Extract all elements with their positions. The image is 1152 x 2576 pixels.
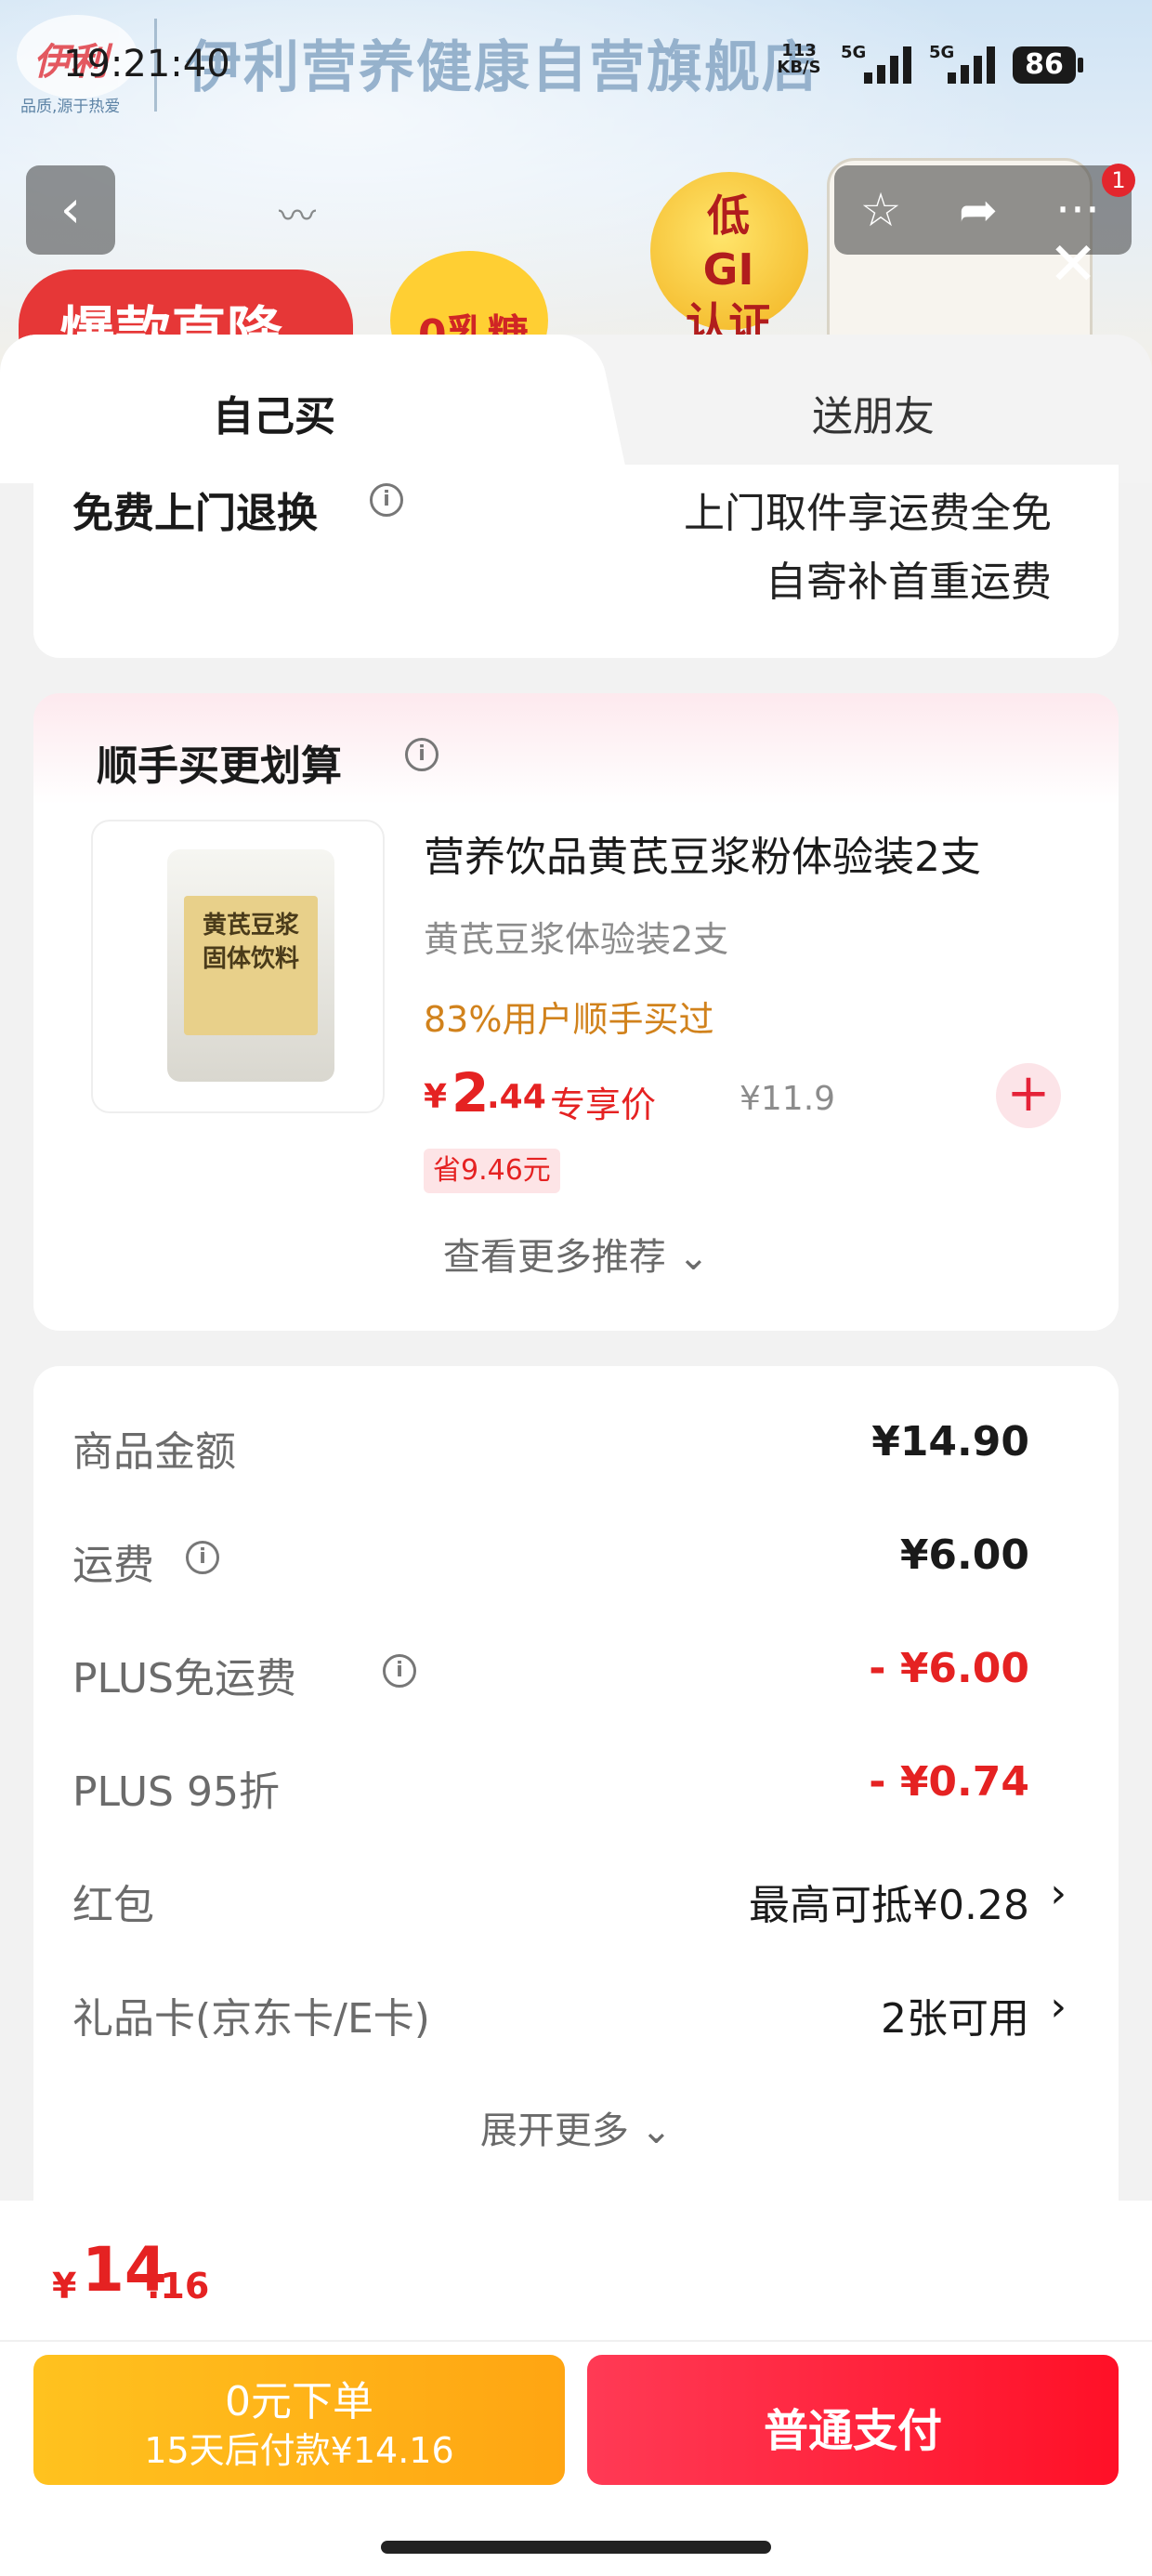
star-icon: ☆ xyxy=(859,183,902,237)
summary-row-red-packet[interactable]: 红包 最高可抵¥0.28 › xyxy=(72,1864,1067,1929)
summary-value: - ¥0.74 xyxy=(869,1758,1029,1806)
bundle-product-image[interactable]: 黄芪豆浆 固体饮料 xyxy=(91,820,385,1113)
signal-5g-label: 5G xyxy=(841,43,867,62)
total-decimal: .16 xyxy=(147,2266,210,2307)
summary-label: 商品金额 xyxy=(72,1428,236,1476)
summary-label: 红包 xyxy=(72,1882,154,1929)
store-name: 伊利营养健康自营旗舰店 xyxy=(186,35,819,100)
low-gi-text: 低GI 认证 xyxy=(686,191,771,348)
tab-gift-to-friend[interactable]: 送朋友 xyxy=(595,383,1152,442)
bundle-pack-label: 黄芪豆浆 固体饮料 xyxy=(184,896,318,1035)
signal-bars-icon xyxy=(864,46,920,84)
bundle-title: 顺手买更划算 xyxy=(97,743,342,790)
summary-label: PLUS免运费 xyxy=(72,1655,296,1702)
favorite-button[interactable]: ☆ xyxy=(834,165,927,255)
summary-label: 礼品卡(京东卡/E卡) xyxy=(72,1995,430,2043)
summary-value: ¥14.90 xyxy=(871,1418,1029,1465)
brand-slogan: 品质,源于热爱 xyxy=(20,98,121,116)
summary-row-plus-discount: PLUS 95折 - ¥0.74 xyxy=(72,1751,1067,1816)
close-button[interactable]: ✕ xyxy=(1041,232,1106,297)
summary-value: 2张可用 xyxy=(881,1995,1029,2043)
expand-more-link[interactable]: 展开更多 ⌄ xyxy=(33,2100,1119,2154)
free-return-line1: 上门取件享运费全免 xyxy=(684,490,1052,537)
purchase-tabs: 自己买 送朋友 xyxy=(0,335,1152,483)
summary-row-goods: 商品金额 ¥14.90 xyxy=(72,1411,1067,1476)
free-return-title: 免费上门退换 xyxy=(72,490,318,537)
chevron-right-icon: › xyxy=(1050,1983,1067,2031)
info-icon[interactable]: i xyxy=(383,1654,416,1688)
normal-pay-button[interactable]: 普通支付 xyxy=(587,2355,1119,2485)
bundle-price-tag: 专享价 xyxy=(550,1084,657,1125)
bundle-product-spec: 黄芪豆浆体验装2支 xyxy=(424,919,729,960)
share-icon: ➦ xyxy=(959,183,998,237)
plus-icon: + xyxy=(1006,1063,1051,1124)
signal-bars-icon-2 xyxy=(948,46,1003,84)
summary-value: - ¥6.00 xyxy=(869,1645,1029,1692)
summary-label: 运费 xyxy=(72,1542,154,1589)
back-button[interactable]: ‹ xyxy=(26,165,115,255)
footer-divider xyxy=(0,2340,1152,2342)
bird-decoration-icon: 〰 xyxy=(279,195,316,238)
battery-level: 86 xyxy=(1025,48,1064,81)
back-icon: ‹ xyxy=(59,179,82,240)
tab-buy-for-self-label[interactable]: 自己买 xyxy=(0,383,548,442)
free-return-line2: 自寄补首重运费 xyxy=(766,559,1052,606)
info-icon[interactable]: i xyxy=(370,483,403,517)
bundle-price-currency: ¥ xyxy=(424,1078,448,1116)
add-bundle-button[interactable]: + xyxy=(996,1063,1061,1128)
summary-row-shipping: 运费 i ¥6.00 xyxy=(72,1524,1067,1589)
bundle-price-integer: 2 xyxy=(452,1061,490,1124)
bundle-product-name[interactable]: 营养饮品黄芪豆浆粉体验装2支 xyxy=(424,823,981,883)
free-return-card: 免费上门退换 i 上门取件享运费全免 自寄补首重运费 xyxy=(33,465,1119,658)
status-time: 19:21:40 xyxy=(63,43,230,85)
close-icon: ✕ xyxy=(1048,230,1098,299)
summary-value: 最高可抵¥0.28 xyxy=(749,1882,1029,1929)
info-icon[interactable]: i xyxy=(405,738,439,771)
bundle-price-decimal: .44 xyxy=(487,1078,546,1116)
summary-row-gift-card[interactable]: 礼品卡(京东卡/E卡) 2张可用 › xyxy=(72,1978,1067,2043)
battery-icon: 86 xyxy=(1013,46,1083,84)
view-more-recommend-link[interactable]: 查看更多推荐 ⌄ xyxy=(33,1227,1119,1281)
share-button[interactable]: ➦ xyxy=(932,165,1025,255)
price-summary-card: 商品金额 ¥14.90 运费 i ¥6.00 PLUS免运费 i - ¥6.00… xyxy=(33,1366,1119,2202)
low-gi-badge: 低GI 认证 xyxy=(650,172,808,348)
total-currency: ¥ xyxy=(52,2266,77,2307)
summary-row-plus-free-shipping: PLUS免运费 i - ¥6.00 xyxy=(72,1637,1067,1702)
pay-later-label: 0元下单 xyxy=(225,2378,373,2425)
status-net-speed: 113 KB/S xyxy=(777,41,821,77)
summary-value: ¥6.00 xyxy=(899,1531,1029,1579)
home-indicator[interactable] xyxy=(381,2541,771,2554)
bundle-pack-label-text: 黄芪豆浆 固体饮料 xyxy=(202,912,299,973)
notification-badge: 1 xyxy=(1102,164,1135,197)
bundle-buy-stat: 83%用户顺手买过 xyxy=(424,999,714,1040)
info-icon[interactable]: i xyxy=(186,1541,219,1574)
bundle-save-badge: 省9.46元 xyxy=(424,1149,560,1193)
bundle-original-price: ¥11.9 xyxy=(740,1080,836,1118)
pay-later-sub-label: 15天后付款¥14.16 xyxy=(144,2430,454,2471)
more-icon: ··· xyxy=(1055,183,1100,237)
bundle-recommend-card: 顺手买更划算 i 黄芪豆浆 固体饮料 营养饮品黄芪豆浆粉体验装2支 黄芪豆浆体验… xyxy=(33,693,1119,1331)
normal-pay-label: 普通支付 xyxy=(763,2405,942,2457)
bundle-pack-image: 黄芪豆浆 固体饮料 xyxy=(167,849,334,1082)
pay-later-button[interactable]: 0元下单 15天后付款¥14.16 xyxy=(33,2355,565,2485)
summary-label: PLUS 95折 xyxy=(72,1768,280,1816)
chevron-right-icon: › xyxy=(1050,1870,1067,1917)
checkout-footer: ¥ 14 .16 0元下单 15天后付款¥14.16 普通支付 xyxy=(0,2201,1152,2576)
